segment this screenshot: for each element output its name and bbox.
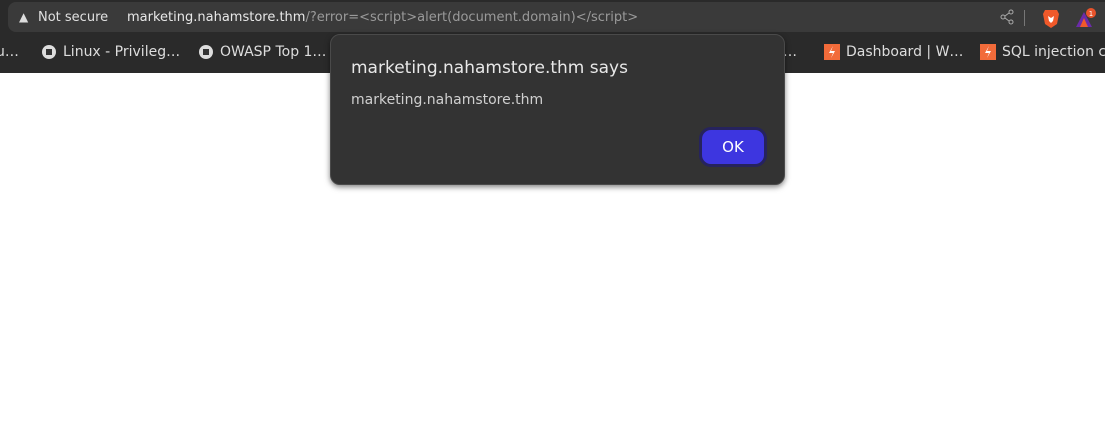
ok-button[interactable]: OK <box>699 127 767 167</box>
brave-shields-icon[interactable] <box>1042 8 1060 28</box>
tryhackme-icon <box>42 45 56 59</box>
browser-toolbar: ▲ Not secure marketing.nahamstore.thm/?e… <box>0 0 1105 34</box>
url-text[interactable]: marketing.nahamstore.thm/?error=<script>… <box>127 10 638 25</box>
bookmark-item[interactable]: u… <box>0 44 19 60</box>
bookmark-item[interactable]: OWASP Top 1… <box>198 44 326 60</box>
alert-dialog: marketing.nahamstore.thm says marketing.… <box>330 34 785 185</box>
brave-rewards-icon[interactable]: 1 <box>1075 8 1097 28</box>
address-bar[interactable]: ▲ Not secure marketing.nahamstore.thm/?e… <box>8 2 1105 32</box>
portswigger-icon <box>980 44 996 60</box>
security-label[interactable]: Not secure <box>38 10 108 25</box>
warning-icon[interactable]: ▲ <box>19 10 28 24</box>
bookmark-item[interactable]: SQL injection c… <box>980 44 1105 60</box>
dialog-message: marketing.nahamstore.thm <box>351 92 544 108</box>
rewards-badge: 1 <box>1089 10 1093 18</box>
bookmark-item[interactable]: Linux - Privileg… <box>41 44 180 60</box>
bookmark-item[interactable]: Dashboard | W… <box>824 44 963 60</box>
portswigger-icon <box>824 44 840 60</box>
bookmark-item[interactable]: … <box>783 44 797 60</box>
divider <box>1024 10 1025 26</box>
share-icon[interactable] <box>999 9 1015 25</box>
tryhackme-icon <box>199 45 213 59</box>
dialog-title: marketing.nahamstore.thm says <box>351 58 628 78</box>
